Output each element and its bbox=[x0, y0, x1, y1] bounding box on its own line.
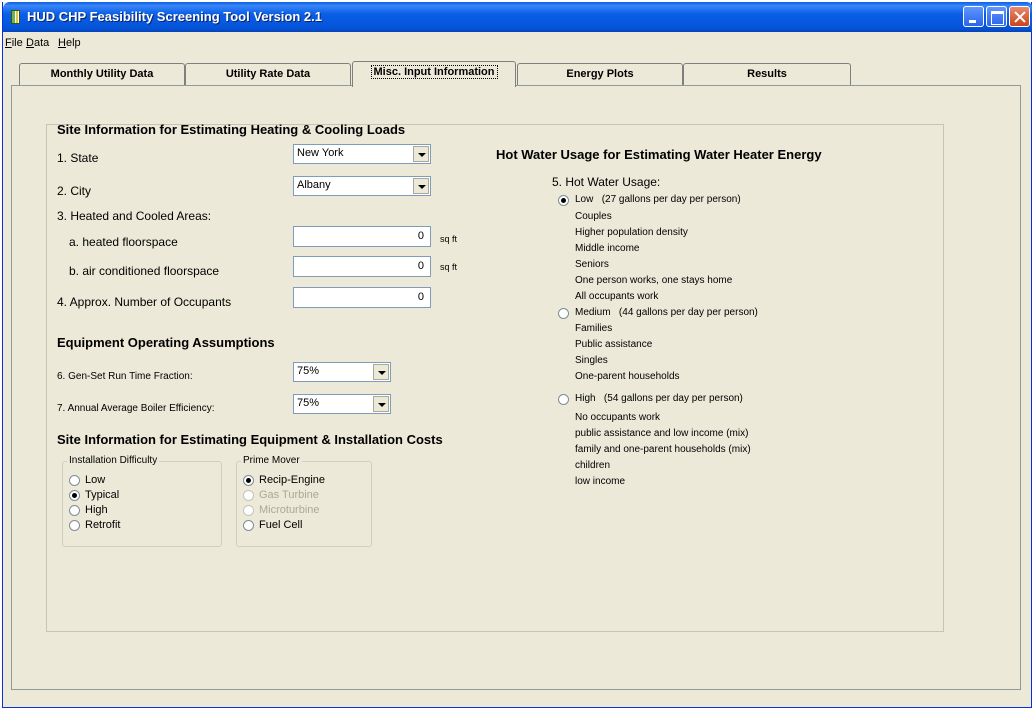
tab-utility-rate-data[interactable]: Utility Rate Data bbox=[185, 63, 351, 85]
costs-title: Site Information for Estimating Equipmen… bbox=[57, 432, 443, 447]
city-select[interactable]: Albany bbox=[293, 176, 431, 196]
occupants-input[interactable]: 0 bbox=[293, 287, 431, 308]
list-item: public assistance and low income (mix) bbox=[575, 428, 749, 439]
list-item: Families bbox=[575, 323, 613, 334]
difficulty-typical-radio[interactable] bbox=[69, 490, 80, 501]
genset-select[interactable]: 75% bbox=[293, 362, 391, 382]
genset-dropdown-icon[interactable] bbox=[373, 364, 389, 380]
heated-floorspace-input[interactable]: 0 bbox=[293, 226, 431, 247]
menu-data[interactable]: Data bbox=[26, 37, 49, 49]
prime-mover-fuel-cell-radio[interactable] bbox=[243, 520, 254, 531]
site-loads-title: Site Information for Estimating Heating … bbox=[57, 122, 406, 137]
window-title: HUD CHP Feasibility Screening Tool Versi… bbox=[27, 9, 322, 24]
close-button[interactable] bbox=[1009, 6, 1030, 27]
list-item: Public assistance bbox=[575, 339, 653, 350]
installation-difficulty-title: Installation Difficulty bbox=[67, 455, 160, 466]
difficulty-low-radio[interactable] bbox=[69, 475, 80, 486]
genset-select-value: 75% bbox=[297, 365, 320, 377]
list-item: low income bbox=[575, 476, 626, 487]
hot-water-medium-radio[interactable] bbox=[558, 308, 569, 319]
areas-label: 3. Heated and Cooled Areas: bbox=[57, 209, 212, 223]
maximize-button[interactable] bbox=[986, 6, 1007, 27]
menu-bar: File Data Help bbox=[3, 33, 1031, 53]
boiler-select-value: 75% bbox=[297, 397, 320, 409]
list-item: No occupants work bbox=[575, 412, 661, 423]
state-select-value: New York bbox=[297, 147, 344, 159]
prime-mover-group: Prime Mover Recip-Engine Gas Turbine Mic… bbox=[236, 455, 372, 547]
hot-water-high-radio[interactable] bbox=[558, 394, 569, 405]
occupants-label: 4. Approx. Number of Occupants bbox=[57, 295, 232, 309]
difficulty-typical-label: Typical bbox=[85, 489, 120, 501]
prime-mover-fuel-cell-label: Fuel Cell bbox=[259, 519, 303, 531]
hot-water-high-label: High (54 gallons per day per person) bbox=[575, 393, 743, 404]
prime-mover-recip-engine-label: Recip-Engine bbox=[259, 474, 326, 486]
hot-water-low-radio[interactable] bbox=[558, 195, 569, 206]
heated-floorspace-label: a. heated floorspace bbox=[69, 235, 178, 249]
prime-mover-title: Prime Mover bbox=[241, 455, 302, 466]
title-bar[interactable]: HUD CHP Feasibility Screening Tool Versi… bbox=[3, 2, 1032, 32]
city-label: 2. City bbox=[57, 184, 92, 198]
equipment-title: Equipment Operating Assumptions bbox=[57, 335, 275, 350]
list-item: Singles bbox=[575, 355, 608, 366]
heated-unit: sq ft bbox=[440, 234, 458, 244]
prime-mover-recip-engine-radio[interactable] bbox=[243, 475, 254, 486]
hot-water-medium-label: Medium (44 gallons per day per person) bbox=[575, 307, 758, 318]
hot-water-usage-label: 5. Hot Water Usage: bbox=[552, 175, 661, 189]
difficulty-retrofit-label: Retrofit bbox=[85, 519, 121, 531]
cooled-floorspace-label: b. air conditioned floorspace bbox=[69, 264, 220, 278]
list-item: Middle income bbox=[575, 243, 640, 254]
list-item: Seniors bbox=[575, 259, 609, 270]
tab-results[interactable]: Results bbox=[683, 63, 851, 85]
boiler-label: 7. Annual Average Boiler Efficiency: bbox=[57, 403, 215, 414]
app-window: HUD CHP Feasibility Screening Tool Versi… bbox=[2, 2, 1032, 708]
prime-mover-gas-turbine-label: Gas Turbine bbox=[259, 489, 319, 501]
difficulty-low-label: Low bbox=[85, 474, 106, 486]
tab-energy-plots[interactable]: Energy Plots bbox=[517, 63, 683, 85]
installation-difficulty-group: Installation Difficulty Low Typical High… bbox=[62, 455, 222, 547]
cooled-unit: sq ft bbox=[440, 262, 458, 272]
city-dropdown-icon[interactable] bbox=[413, 178, 429, 194]
app-icon bbox=[11, 10, 20, 24]
minimize-button[interactable] bbox=[963, 6, 984, 27]
prime-mover-microturbine-label: Microturbine bbox=[259, 504, 320, 516]
state-dropdown-icon[interactable] bbox=[413, 146, 429, 162]
difficulty-high-radio[interactable] bbox=[69, 505, 80, 516]
list-item: family and one-parent households (mix) bbox=[575, 444, 751, 455]
tab-misc-input-information[interactable]: Misc. Input Information bbox=[352, 61, 516, 87]
state-label: 1. State bbox=[57, 151, 99, 165]
boiler-dropdown-icon[interactable] bbox=[373, 396, 389, 412]
list-item: Higher population density bbox=[575, 227, 688, 238]
misc-input-panel: Site Information for Estimating Heating … bbox=[11, 85, 1021, 690]
hot-water-title: Hot Water Usage for Estimating Water Hea… bbox=[496, 147, 822, 162]
prime-mover-microturbine-radio bbox=[243, 505, 254, 516]
state-select[interactable]: New York bbox=[293, 144, 431, 164]
boiler-select[interactable]: 75% bbox=[293, 394, 391, 414]
hot-water-low-label: Low (27 gallons per day per person) bbox=[575, 194, 741, 205]
difficulty-retrofit-radio[interactable] bbox=[69, 520, 80, 531]
list-item: children bbox=[575, 460, 611, 471]
list-item: Couples bbox=[575, 211, 612, 222]
city-select-value: Albany bbox=[297, 179, 331, 191]
menu-help[interactable]: Help bbox=[58, 37, 81, 49]
list-item: One person works, one stays home bbox=[575, 275, 733, 286]
prime-mover-gas-turbine-radio bbox=[243, 490, 254, 501]
difficulty-high-label: High bbox=[85, 504, 108, 516]
tab-monthly-utility-data[interactable]: Monthly Utility Data bbox=[19, 63, 185, 85]
list-item: One-parent households bbox=[575, 371, 680, 382]
menu-file[interactable]: File bbox=[5, 37, 23, 49]
list-item: All occupants work bbox=[575, 291, 659, 302]
status-bar bbox=[3, 692, 1031, 708]
genset-label: 6. Gen-Set Run Time Fraction: bbox=[57, 371, 193, 382]
cooled-floorspace-input[interactable]: 0 bbox=[293, 256, 431, 277]
